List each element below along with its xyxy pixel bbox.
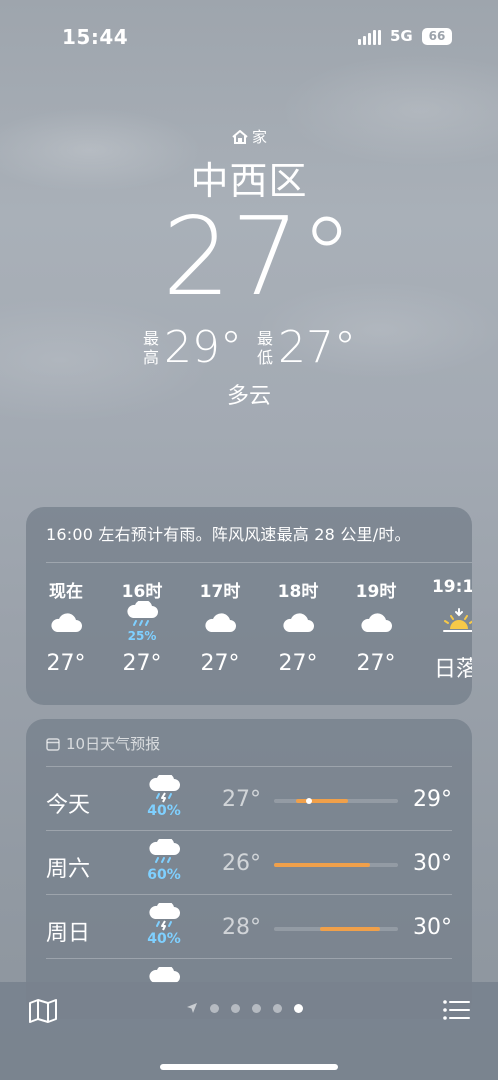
day-high: 30°: [413, 915, 452, 940]
low-caption: 最低: [256, 328, 273, 367]
hour-time: 18时: [277, 582, 319, 602]
high-temperature: 29°: [164, 322, 242, 373]
precip-chance: 40%: [147, 931, 181, 947]
location-arrow-icon[interactable]: [186, 1002, 198, 1014]
page-indicator[interactable]: [186, 1002, 303, 1014]
hour-item: 16时 25% 27°: [112, 577, 172, 676]
current-temperature: 27°: [162, 195, 354, 320]
daily-forecast-header: 10日天气预报: [46, 733, 160, 754]
daily-forecast-title: 10日天气预报: [66, 735, 161, 753]
hour-time: 17时: [199, 582, 241, 602]
cloud-icon: [205, 613, 236, 632]
hour-time: 16时: [121, 582, 163, 602]
status-time: 15:44: [62, 25, 129, 49]
battery-icon: 66: [422, 28, 452, 45]
hour-item: 现在 27°: [36, 577, 96, 676]
hour-item: 17时 27°: [190, 577, 250, 676]
hour-time: 现在: [49, 582, 83, 602]
forecast-summary: 16:00 左右预计有雨。阵风风速最高 28 公里/时。: [46, 525, 411, 544]
hour-temperature: 27°: [122, 651, 162, 676]
page-dot[interactable]: [252, 1003, 261, 1013]
home-icon: [232, 129, 248, 144]
network-type: 5G: [390, 27, 413, 45]
location-label: 家: [0, 126, 498, 147]
condition-text: 多云: [226, 384, 271, 409]
hour-item: 18时 27°: [268, 577, 328, 676]
hour-temperature: 27°: [356, 651, 396, 676]
cloud-icon: [51, 613, 82, 632]
page-dot[interactable]: [210, 1003, 219, 1013]
hour-time: 19时: [355, 582, 397, 602]
divider: [46, 562, 472, 563]
cellular-signal-icon: [358, 29, 382, 45]
list-icon[interactable]: [442, 998, 470, 1022]
day-row[interactable]: 周日 40% 28° 30°: [46, 894, 452, 959]
map-icon[interactable]: [28, 998, 58, 1024]
home-label: 家: [251, 128, 267, 146]
cloud-icon: [283, 613, 314, 632]
temperature-range-fill: [296, 799, 348, 803]
precip-chance: 25%: [127, 629, 157, 643]
day-low: 28°: [222, 915, 261, 940]
cloud-rain-icon: [149, 836, 180, 863]
current-temperature-marker: [306, 798, 312, 804]
home-indicator[interactable]: [160, 1064, 338, 1070]
hour-temperature: 日落: [434, 657, 472, 682]
hour-time: 19:10: [431, 577, 472, 597]
hour-temperature: 27°: [200, 651, 240, 676]
thunderstorm-icon: [149, 772, 180, 803]
day-low: 26°: [222, 851, 261, 876]
hour-item: 19时 27°: [346, 577, 406, 676]
day-high: 29°: [413, 787, 452, 812]
sunset-icon: [443, 608, 472, 632]
temperature-range-fill: [274, 863, 370, 867]
temperature-range-bar: [274, 927, 398, 931]
day-row[interactable]: 周六 60% 26° 30°: [46, 830, 452, 895]
temperature-range-bar: [274, 863, 398, 867]
hourly-forecast-card[interactable]: 16:00 左右预计有雨。阵风风速最高 28 公里/时。 现在 27° 16时 …: [26, 507, 472, 705]
temperature-range-bar: [274, 798, 398, 804]
page-dot-active[interactable]: [294, 1003, 303, 1013]
precip-chance: 40%: [147, 803, 181, 819]
status-bar: 15:44 5G 66: [0, 0, 498, 70]
high-low: 最高 29° 最低 27°: [0, 322, 498, 373]
day-row[interactable]: 今天 40% 27° 29°: [46, 766, 452, 831]
thunderstorm-icon: [149, 900, 180, 931]
day-name: 周六: [46, 857, 91, 882]
page-dot[interactable]: [231, 1003, 240, 1013]
page-dot[interactable]: [273, 1003, 282, 1013]
hour-temperature: 27°: [46, 651, 86, 676]
day-name: 今天: [46, 793, 91, 818]
low-temperature: 27°: [278, 322, 356, 373]
daily-forecast-card[interactable]: 10日天气预报 今天 40% 27° 29° 周六 60% 26° 30° 周日…: [26, 719, 472, 1019]
day-high: 30°: [413, 851, 452, 876]
cloud-icon: [361, 613, 392, 632]
precip-chance: 60%: [147, 867, 181, 883]
day-name: 周日: [46, 921, 91, 946]
hour-temperature: 27°: [278, 651, 318, 676]
calendar-icon: [46, 737, 60, 751]
day-low: 27°: [222, 787, 261, 812]
cloud-rain-icon: [127, 599, 158, 626]
hour-item: 19:10 日落: [424, 577, 472, 683]
temperature-range-fill: [320, 927, 380, 931]
high-caption: 最高: [142, 328, 159, 367]
